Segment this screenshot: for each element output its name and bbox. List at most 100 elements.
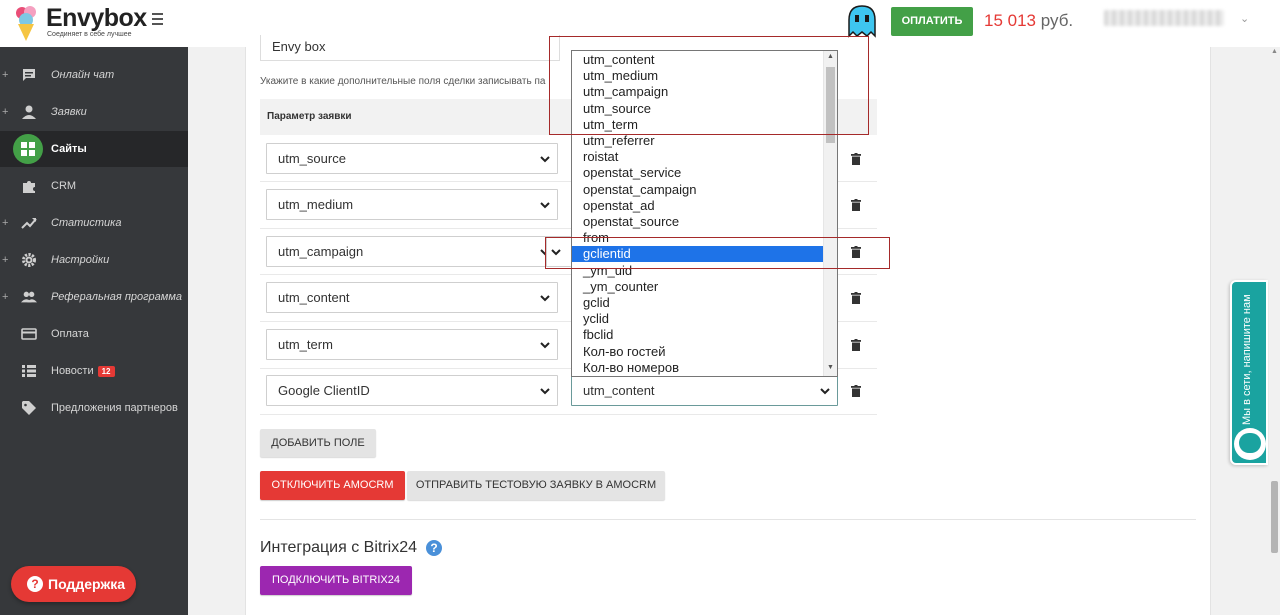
section-divider bbox=[260, 519, 1196, 520]
support-button-label: Поддержка bbox=[48, 576, 126, 592]
chevron-down-icon bbox=[820, 388, 830, 395]
field-select[interactable]: utm_content bbox=[571, 375, 838, 406]
dropdown-option[interactable]: gclid bbox=[572, 295, 824, 311]
dropdown-option[interactable]: openstat_source bbox=[572, 214, 824, 230]
param-select[interactable]: utm_campaign bbox=[266, 236, 558, 267]
disable-amocrm-button[interactable]: ОТКЛЮЧИТЬ AMOCRM bbox=[260, 471, 405, 500]
chevron-down-icon bbox=[540, 156, 550, 163]
fields-hint: Укажите в какие дополнительные поля сдел… bbox=[260, 76, 546, 87]
sidebar-item-requests[interactable]: + Заявки bbox=[0, 97, 188, 127]
field-select-value: utm_content bbox=[583, 383, 655, 398]
integration-name-input[interactable]: Envy box bbox=[260, 35, 560, 61]
chat-widget-text[interactable]: Мы в сети, напишите нам bbox=[1241, 275, 1253, 425]
help-icon[interactable]: ? bbox=[426, 540, 442, 556]
sidebar-item-partner-offers[interactable]: Предложения партнеров bbox=[0, 393, 188, 423]
expand-plus-icon[interactable]: + bbox=[2, 69, 8, 81]
sidebar-item-crm[interactable]: CRM bbox=[0, 171, 188, 201]
scroll-up-arrow-icon[interactable]: ▲ bbox=[1271, 48, 1278, 55]
user-account-blurred[interactable] bbox=[1104, 10, 1224, 26]
sidebar-item-label: Настройки bbox=[51, 254, 110, 266]
balance: 15 013 руб. bbox=[984, 11, 1073, 31]
trend-chart-icon bbox=[21, 215, 37, 231]
param-select-value: utm_content bbox=[278, 290, 350, 305]
param-select-value: utm_source bbox=[278, 151, 346, 166]
list-icon bbox=[21, 363, 37, 379]
param-select-value: utm_campaign bbox=[278, 244, 364, 259]
row-divider bbox=[260, 414, 877, 415]
ice-cream-logo-icon bbox=[16, 6, 36, 41]
sidebar-item-label: Сайты bbox=[51, 143, 87, 155]
sidebar-item-news[interactable]: Новости 12 bbox=[0, 356, 188, 386]
dropdown-option[interactable]: roistat bbox=[572, 149, 824, 165]
send-test-amocrm-button[interactable]: ОТПРАВИТЬ ТЕСТОВУЮ ЗАЯВКУ В AMOCRM bbox=[407, 471, 665, 500]
dropdown-option[interactable]: _ym_counter bbox=[572, 279, 824, 295]
chevron-down-icon[interactable]: ⌄ bbox=[1240, 12, 1249, 25]
dropdown-option[interactable]: yclid bbox=[572, 311, 824, 327]
chat-bubble-icon[interactable] bbox=[1234, 428, 1266, 460]
chevron-down-icon bbox=[540, 388, 550, 395]
sidebar-item-label: Онлайн чат bbox=[51, 69, 115, 81]
credit-card-icon bbox=[21, 326, 37, 342]
ghost-mascot-icon bbox=[848, 5, 876, 38]
puzzle-icon bbox=[21, 178, 37, 194]
param-select[interactable]: utm_source bbox=[266, 143, 558, 174]
trash-icon[interactable] bbox=[851, 385, 861, 397]
person-icon bbox=[21, 104, 37, 120]
expand-plus-icon[interactable]: + bbox=[2, 106, 8, 118]
trash-icon[interactable] bbox=[851, 153, 861, 165]
expand-plus-icon[interactable]: + bbox=[2, 291, 8, 303]
add-field-button[interactable]: ДОБАВИТЬ ПОЛЕ bbox=[260, 429, 376, 457]
sidebar-item-label: Статистика bbox=[51, 217, 122, 229]
sidebar-item-online-chat[interactable]: + Онлайн чат bbox=[0, 60, 188, 90]
expand-plus-icon[interactable]: + bbox=[2, 217, 8, 229]
dropdown-option[interactable]: fbclid bbox=[572, 327, 824, 343]
dropdown-option[interactable]: utm_referrer bbox=[572, 133, 824, 149]
sidebar-item-label: Новости bbox=[51, 365, 94, 377]
balance-currency: руб. bbox=[1040, 11, 1074, 30]
people-icon bbox=[21, 289, 37, 305]
dropdown-option[interactable]: openstat_campaign bbox=[572, 182, 824, 198]
dropdown-option[interactable]: Кол-во гостей bbox=[572, 344, 824, 360]
sidebar-item-news-label: Новости 12 bbox=[51, 365, 115, 377]
dropdown-option[interactable]: openstat_service bbox=[572, 165, 824, 181]
trash-icon[interactable] bbox=[851, 339, 861, 351]
sidebar-item-settings[interactable]: + Настройки bbox=[0, 245, 188, 275]
expand-plus-icon[interactable]: + bbox=[2, 254, 8, 266]
param-select[interactable]: Google ClientID bbox=[266, 375, 558, 406]
logo-text[interactable]: Envybox bbox=[46, 4, 147, 33]
param-select[interactable]: utm_medium bbox=[266, 189, 558, 220]
tag-icon bbox=[21, 400, 37, 416]
support-button[interactable]: ? Поддержка bbox=[11, 566, 136, 602]
sidebar-item-payment[interactable]: Оплата bbox=[0, 319, 188, 349]
chat-icon bbox=[21, 67, 37, 83]
annotation-box-utm bbox=[549, 36, 869, 135]
sidebar-item-label: Заявки bbox=[51, 106, 87, 118]
param-select-value: Google ClientID bbox=[278, 383, 370, 398]
param-select-value: utm_term bbox=[278, 337, 333, 352]
balance-amount: 15 013 bbox=[984, 11, 1036, 30]
chevron-down-icon bbox=[540, 202, 550, 209]
pay-button[interactable]: ОПЛАТИТЬ bbox=[891, 7, 973, 36]
annotation-box-gclientid bbox=[545, 237, 890, 269]
param-select[interactable]: utm_content bbox=[266, 282, 558, 313]
sites-grid-icon bbox=[13, 134, 43, 164]
sidebar-item-sites[interactable]: Сайты bbox=[0, 131, 188, 167]
dropdown-option[interactable]: Кол-во номеров bbox=[572, 360, 824, 376]
menu-toggle-icon[interactable] bbox=[152, 13, 166, 29]
scroll-down-arrow-icon[interactable]: ▼ bbox=[827, 364, 834, 371]
page-scroll-thumb[interactable] bbox=[1271, 481, 1278, 553]
trash-icon[interactable] bbox=[851, 199, 861, 211]
param-select-value: utm_medium bbox=[278, 197, 354, 212]
gear-icon bbox=[21, 252, 37, 268]
sidebar-item-label: Реферальная программа bbox=[51, 291, 182, 303]
sidebar-item-statistics[interactable]: + Статистика bbox=[0, 208, 188, 238]
sidebar: + Онлайн чат + Заявки Сайты CRM + Статис… bbox=[0, 47, 188, 615]
sidebar-item-label: Предложения партнеров bbox=[51, 402, 178, 414]
news-count-badge: 12 bbox=[97, 365, 115, 377]
trash-icon[interactable] bbox=[851, 292, 861, 304]
dropdown-option[interactable]: openstat_ad bbox=[572, 198, 824, 214]
connect-bitrix-button[interactable]: ПОДКЛЮЧИТЬ BITRIX24 bbox=[260, 566, 412, 595]
sidebar-item-referral[interactable]: + Реферальная программа bbox=[0, 282, 188, 312]
param-select[interactable]: utm_term bbox=[266, 329, 558, 360]
chevron-down-icon bbox=[540, 342, 550, 349]
